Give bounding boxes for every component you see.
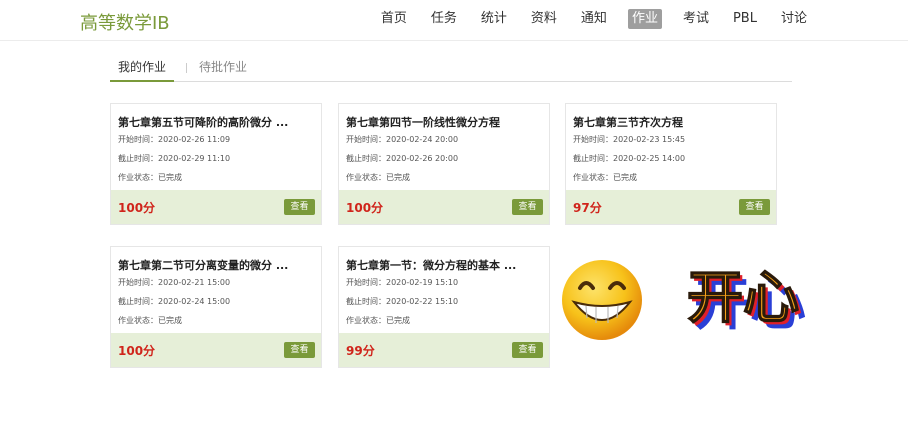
view-button[interactable]: 查看 — [739, 199, 770, 215]
status-value: 已完成 — [158, 173, 182, 182]
nav-discussion[interactable]: 讨论 — [778, 9, 810, 29]
status-value: 已完成 — [158, 316, 182, 325]
tab-divider — [186, 63, 188, 73]
end-time-row: 截止时间：2020-02-29 11:10 — [118, 153, 230, 164]
nav-exams[interactable]: 考试 — [680, 9, 712, 29]
sticker-text: 开心 — [687, 266, 799, 331]
nav-stats[interactable]: 统计 — [478, 9, 510, 29]
card-footer: 99分 查看 — [339, 333, 549, 367]
nav-homework[interactable]: 作业 — [627, 9, 662, 29]
status-row: 作业状态：已完成 — [118, 315, 182, 326]
nav-home[interactable]: 首页 — [378, 9, 410, 29]
end-time-label: 截止时间： — [118, 297, 158, 306]
nav-pbl[interactable]: PBL — [730, 9, 760, 29]
start-time-row: 开始时间：2020-02-24 20:00 — [346, 134, 458, 145]
status-row: 作业状态：已完成 — [346, 172, 410, 183]
start-time-row: 开始时间：2020-02-21 15:00 — [118, 277, 230, 288]
card-footer: 100分 查看 — [339, 190, 549, 224]
end-time-label: 截止时间： — [118, 154, 158, 163]
nav-materials[interactable]: 资料 — [528, 9, 560, 29]
course-title[interactable]: 高等数学IB — [80, 9, 170, 35]
happy-text-sticker: 开心 开心 开心 — [686, 265, 806, 338]
start-time-row: 开始时间：2020-02-19 15:10 — [346, 277, 458, 288]
start-time-label: 开始时间： — [346, 278, 386, 287]
status-label: 作业状态： — [346, 173, 386, 182]
score-value: 97分 — [573, 201, 602, 215]
start-time-value: 2020-02-26 11:09 — [158, 135, 231, 144]
assignment-card[interactable]: 第七章第三节齐次方程 开始时间：2020-02-23 15:45 截止时间：20… — [565, 103, 777, 225]
end-time-row: 截止时间：2020-02-25 14:00 — [573, 153, 685, 164]
start-time-label: 开始时间： — [118, 278, 158, 287]
assignment-card[interactable]: 第七章第五节可降阶的高阶微分 ... 开始时间：2020-02-26 11:09… — [110, 103, 322, 225]
assignment-title[interactable]: 第七章第三节齐次方程 — [573, 114, 769, 130]
start-time-value: 2020-02-21 15:00 — [158, 278, 231, 287]
top-navigation-bar: 高等数学IB 首页 任务 统计 资料 通知 作业 考试 PBL 讨论 — [0, 0, 908, 41]
assignment-card[interactable]: 第七章第四节一阶线性微分方程 开始时间：2020-02-24 20:00 截止时… — [338, 103, 550, 225]
status-value: 已完成 — [386, 316, 410, 325]
start-time-value: 2020-02-23 15:45 — [613, 135, 686, 144]
score-value: 100分 — [346, 201, 384, 215]
view-button[interactable]: 查看 — [512, 342, 543, 358]
end-time-label: 截止时间： — [573, 154, 613, 163]
assignment-title[interactable]: 第七章第二节可分离变量的微分 ... — [118, 257, 314, 273]
main-nav: 首页 任务 统计 资料 通知 作业 考试 PBL 讨论 — [360, 9, 810, 29]
status-row: 作业状态：已完成 — [573, 172, 637, 183]
status-row: 作业状态：已完成 — [118, 172, 182, 183]
tab-pending-review[interactable]: 待批作业 — [191, 58, 255, 82]
score-value: 100分 — [118, 344, 156, 358]
end-time-value: 2020-02-24 15:00 — [158, 297, 231, 306]
card-footer: 97分 查看 — [566, 190, 776, 224]
start-time-label: 开始时间： — [346, 135, 386, 144]
end-time-value: 2020-02-26 20:00 — [386, 154, 459, 163]
status-value: 已完成 — [386, 173, 410, 182]
start-time-label: 开始时间： — [118, 135, 158, 144]
assignment-title[interactable]: 第七章第五节可降阶的高阶微分 ... — [118, 114, 314, 130]
end-time-row: 截止时间：2020-02-22 15:10 — [346, 296, 458, 307]
assignment-card[interactable]: 第七章第二节可分离变量的微分 ... 开始时间：2020-02-21 15:00… — [110, 246, 322, 368]
start-time-row: 开始时间：2020-02-23 15:45 — [573, 134, 685, 145]
assignment-title[interactable]: 第七章第四节一阶线性微分方程 — [346, 114, 542, 130]
score-value: 99分 — [346, 344, 375, 358]
status-label: 作业状态： — [118, 173, 158, 182]
assignment-title[interactable]: 第七章第一节：微分方程的基本 ... — [346, 257, 542, 273]
card-footer: 100分 查看 — [111, 190, 321, 224]
start-time-row: 开始时间：2020-02-26 11:09 — [118, 134, 230, 145]
start-time-value: 2020-02-19 15:10 — [386, 278, 459, 287]
nav-tasks[interactable]: 任务 — [428, 9, 460, 29]
view-button[interactable]: 查看 — [284, 342, 315, 358]
status-row: 作业状态：已完成 — [346, 315, 410, 326]
view-button[interactable]: 查看 — [512, 199, 543, 215]
tab-my-homework[interactable]: 我的作业 — [110, 58, 175, 82]
end-time-label: 截止时间： — [346, 297, 386, 306]
grinning-face-icon — [562, 260, 642, 340]
start-time-label: 开始时间： — [573, 135, 613, 144]
card-footer: 100分 查看 — [111, 333, 321, 367]
end-time-label: 截止时间： — [346, 154, 386, 163]
view-button[interactable]: 查看 — [284, 199, 315, 215]
face-circle — [562, 260, 642, 340]
nav-notices[interactable]: 通知 — [578, 9, 610, 29]
status-value: 已完成 — [613, 173, 637, 182]
status-label: 作业状态： — [346, 316, 386, 325]
start-time-value: 2020-02-24 20:00 — [386, 135, 459, 144]
end-time-row: 截止时间：2020-02-26 20:00 — [346, 153, 458, 164]
score-value: 100分 — [118, 201, 156, 215]
end-time-row: 截止时间：2020-02-24 15:00 — [118, 296, 230, 307]
end-time-value: 2020-02-29 11:10 — [158, 154, 231, 163]
status-label: 作业状态： — [118, 316, 158, 325]
homework-tabs: 我的作业 待批作业 — [110, 58, 792, 82]
assignment-card[interactable]: 第七章第一节：微分方程的基本 ... 开始时间：2020-02-19 15:10… — [338, 246, 550, 368]
end-time-value: 2020-02-25 14:00 — [613, 154, 686, 163]
status-label: 作业状态： — [573, 173, 613, 182]
end-time-value: 2020-02-22 15:10 — [386, 297, 459, 306]
